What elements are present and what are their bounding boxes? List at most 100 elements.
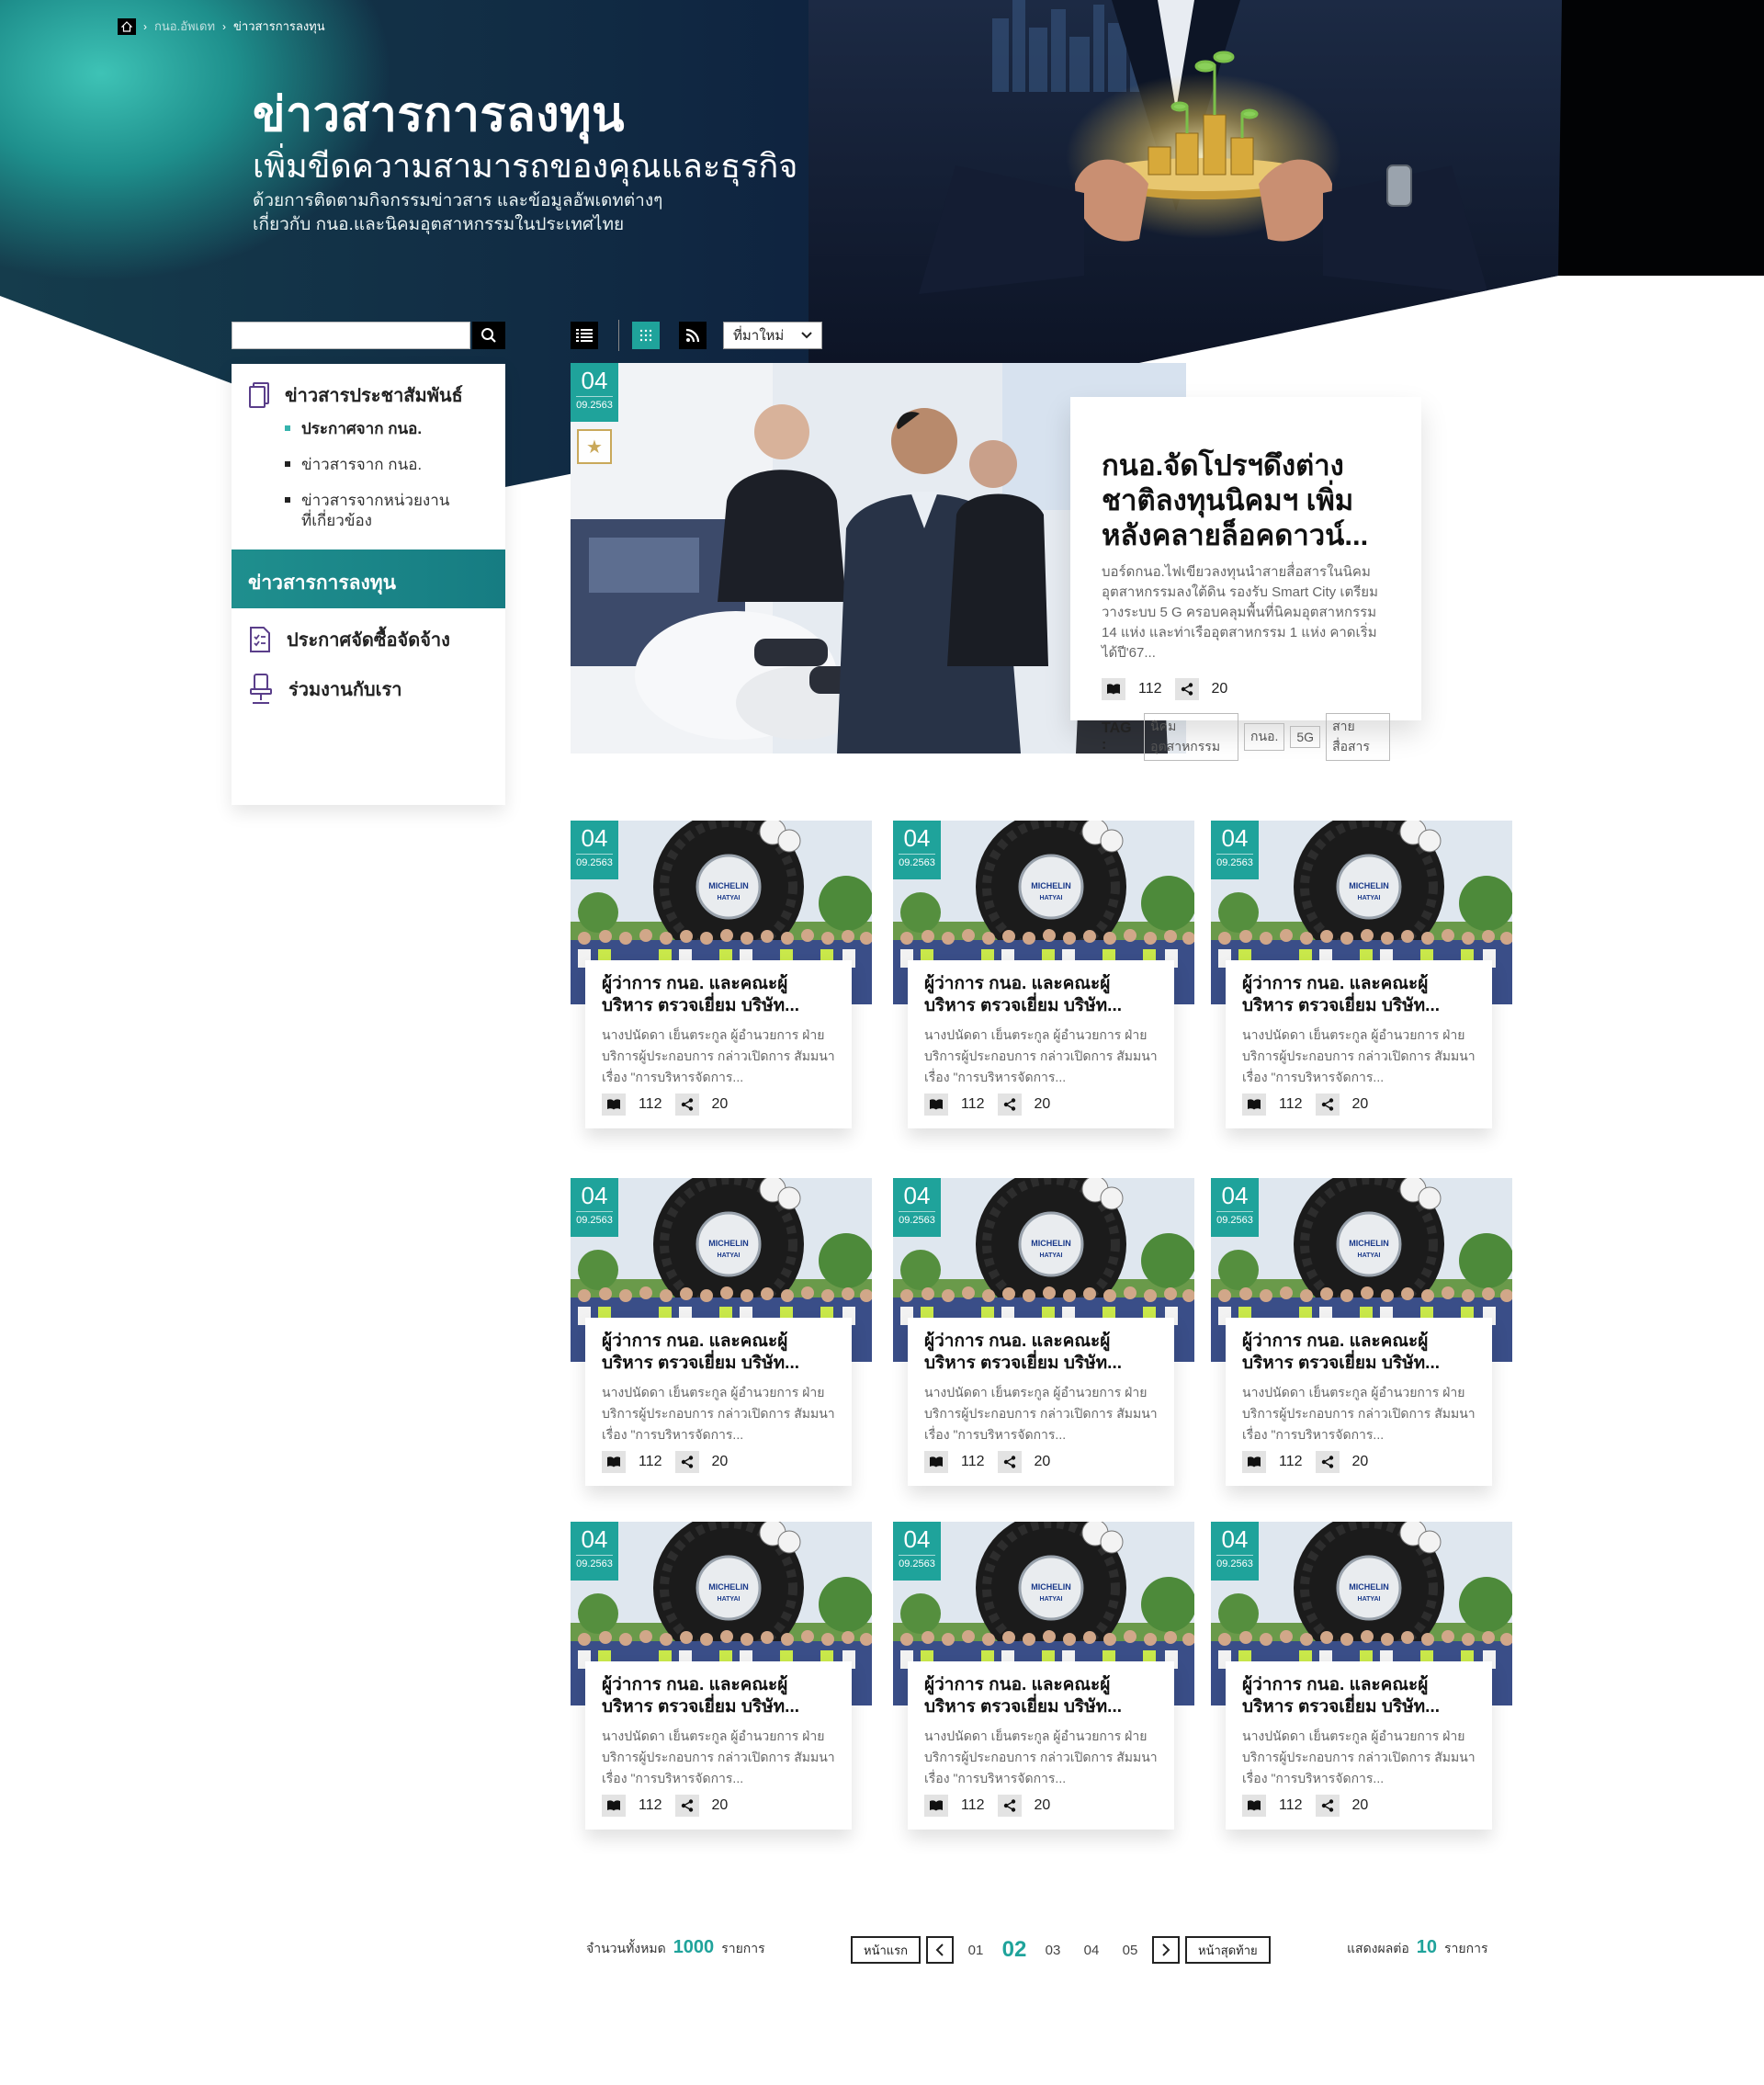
chevron-left-icon xyxy=(935,1943,944,1956)
date-divider xyxy=(576,1555,613,1556)
page-number[interactable]: 04 xyxy=(1075,1943,1108,1958)
book-icon xyxy=(924,1795,948,1817)
news-card-date-badge: 04 09.2563 xyxy=(1211,821,1259,879)
date-divider xyxy=(899,1211,935,1212)
share-icon[interactable] xyxy=(997,1093,1022,1116)
news-card-date-badge: 04 09.2563 xyxy=(893,1178,941,1237)
news-card-stats: 112 20 xyxy=(602,1451,835,1473)
tire-logo-brand: MICHELIN xyxy=(1031,1239,1071,1248)
page-number[interactable]: 01 xyxy=(959,1943,992,1958)
news-card-title[interactable]: ผู้ว่าการ กนอ. และคณะผู้บริหาร ตรวจเยี่ย… xyxy=(924,1674,1158,1718)
share-icon[interactable] xyxy=(674,1093,699,1116)
tag[interactable]: นิคมอุตสาหกรรม xyxy=(1144,713,1239,761)
sidebar-item-announcement[interactable]: ประกาศจาก กนอ. xyxy=(285,419,422,439)
page-description-line: เกี่ยวกับ กนอ.และนิคมอุตสาหกรรมในประเทศไ… xyxy=(253,215,625,234)
share-count: 20 xyxy=(1034,1454,1051,1469)
page-number[interactable]: 05 xyxy=(1114,1943,1147,1958)
date-month-year: 09.2563 xyxy=(576,400,613,411)
tire-logo-brand: MICHELIN xyxy=(1031,1582,1071,1592)
tag[interactable]: 5G xyxy=(1290,726,1321,748)
featured-news-card[interactable]: กนอ.จัดโปรฯดึงต่างชาติลงทุนนิคมฯ เพิ่มหล… xyxy=(1070,397,1421,761)
news-card-title[interactable]: ผู้ว่าการ กนอ. และคณะผู้บริหาร ตรวจเยี่ย… xyxy=(602,1331,835,1375)
total-number: 1000 xyxy=(673,1937,715,1957)
news-card[interactable]: MICHELIN HATYAI 04 09.2563 ผู้ว่าการ กนอ… xyxy=(1211,1178,1512,1495)
prev-page-button[interactable] xyxy=(926,1936,954,1964)
news-card-stats: 112 20 xyxy=(924,1795,1158,1817)
news-card[interactable]: MICHELIN HATYAI 04 09.2563 ผู้ว่าการ กนอ… xyxy=(893,821,1194,1138)
first-page-button[interactable]: หน้าแรก xyxy=(851,1936,921,1964)
page-number-current[interactable]: 02 xyxy=(998,1937,1031,1963)
sidebar-item-related-news[interactable]: ข่าวสารจากหน่วยงาน ที่เกี่ยวข้อง xyxy=(285,491,458,531)
news-card[interactable]: MICHELIN HATYAI 04 09.2563 ผู้ว่าการ กนอ… xyxy=(571,1178,872,1495)
chevron-right-icon: › xyxy=(143,19,147,33)
last-page-button[interactable]: หน้าสุดท้าย xyxy=(1185,1936,1271,1964)
share-count: 20 xyxy=(711,1454,729,1469)
news-card-title[interactable]: ผู้ว่าการ กนอ. และคณะผู้บริหาร ตรวจเยี่ย… xyxy=(1242,973,1476,1017)
share-icon[interactable] xyxy=(997,1451,1022,1473)
office-chair-icon xyxy=(250,674,272,704)
news-card[interactable]: MICHELIN HATYAI 04 09.2563 ผู้ว่าการ กนอ… xyxy=(1211,1522,1512,1839)
tire-logo-sub: HATYAI xyxy=(1358,1596,1381,1603)
page-number[interactable]: 03 xyxy=(1036,1943,1069,1958)
news-card-title[interactable]: ผู้ว่าการ กนอ. และคณะผู้บริหาร ตรวจเยี่ย… xyxy=(602,1674,835,1718)
share-icon[interactable] xyxy=(1315,1451,1340,1473)
date-divider xyxy=(1216,1555,1253,1556)
list-view-button[interactable] xyxy=(571,322,598,349)
tire-logo-sub: HATYAI xyxy=(1358,1252,1381,1259)
news-card-date-badge: 04 09.2563 xyxy=(893,1522,941,1581)
news-card-title[interactable]: ผู้ว่าการ กนอ. และคณะผู้บริหาร ตรวจเยี่ย… xyxy=(924,973,1158,1017)
share-icon[interactable] xyxy=(1315,1795,1340,1817)
search-button[interactable] xyxy=(472,322,505,349)
sidebar-group-pr[interactable]: ข่าวสารประชาสัมพันธ์ xyxy=(248,380,463,410)
share-icon[interactable] xyxy=(997,1795,1022,1817)
tire-logo-brand: MICHELIN xyxy=(1349,1239,1389,1248)
tag[interactable]: สายสื่อสาร xyxy=(1326,713,1390,761)
news-card-stats: 112 20 xyxy=(1242,1795,1476,1817)
grid-view-button[interactable] xyxy=(632,322,660,349)
search-field[interactable] xyxy=(232,322,470,349)
sidebar-item-procurement[interactable]: ประกาศจัดซื้อจัดจ้าง xyxy=(248,625,450,654)
tire-logo-sub: HATYAI xyxy=(718,895,741,901)
share-icon[interactable] xyxy=(1315,1093,1340,1116)
share-icon[interactable] xyxy=(1174,678,1199,700)
sidebar-item-investment-news[interactable]: ข่าวสารการลงทุน xyxy=(232,550,505,608)
sidebar-item-news[interactable]: ข่าวสารจาก กนอ. xyxy=(285,455,422,475)
book-icon xyxy=(1242,1451,1266,1473)
view-count: 112 xyxy=(639,1096,662,1112)
news-card-excerpt: นางปนัดดา เย็นตระกูล ผู้อำนวยการ ฝ่ายบริ… xyxy=(1242,1385,1476,1442)
news-card-body: ผู้ว่าการ กนอ. และคณะผู้บริหาร ตรวจเยี่ย… xyxy=(908,1661,1174,1830)
share-icon[interactable] xyxy=(674,1795,699,1817)
news-card-title[interactable]: ผู้ว่าการ กนอ. และคณะผู้บริหาร ตรวจเยี่ย… xyxy=(602,973,835,1017)
rss-button[interactable] xyxy=(679,322,707,349)
view-count: 112 xyxy=(1279,1096,1303,1112)
breadcrumb-link[interactable]: กนอ.อัพเดท xyxy=(154,17,215,36)
share-count: 20 xyxy=(1351,1096,1369,1112)
home-icon[interactable] xyxy=(118,17,136,35)
view-count: 112 xyxy=(961,1797,985,1813)
sort-select[interactable]: ที่มาใหม่ xyxy=(723,322,822,349)
share-icon[interactable] xyxy=(674,1451,699,1473)
sidebar-item-careers[interactable]: ร่วมงานกับเรา xyxy=(248,673,401,706)
featured-title[interactable]: กนอ.จัดโปรฯดึงต่างชาติลงทุนนิคมฯ เพิ่มหล… xyxy=(1102,448,1390,553)
news-card-title[interactable]: ผู้ว่าการ กนอ. และคณะผู้บริหาร ตรวจเยี่ย… xyxy=(1242,1674,1476,1718)
per-page-number[interactable]: 10 xyxy=(1417,1937,1437,1958)
date-day: 04 xyxy=(1221,824,1249,852)
news-card[interactable]: MICHELIN HATYAI 04 09.2563 ผู้ว่าการ กนอ… xyxy=(1211,821,1512,1138)
breadcrumb-current: ข่าวสารการลงทุน xyxy=(233,19,325,33)
news-card[interactable]: MICHELIN HATYAI 04 09.2563 ผู้ว่าการ กนอ… xyxy=(893,1522,1194,1839)
news-card-title[interactable]: ผู้ว่าการ กนอ. และคณะผู้บริหาร ตรวจเยี่ย… xyxy=(1242,1331,1476,1375)
tag[interactable]: กนอ. xyxy=(1244,723,1285,751)
view-count: 112 xyxy=(961,1454,985,1469)
search-input[interactable] xyxy=(232,323,469,348)
next-page-button[interactable] xyxy=(1152,1936,1180,1964)
date-day: 04 xyxy=(1221,1182,1249,1209)
date-day: 04 xyxy=(581,1525,608,1553)
news-card[interactable]: MICHELIN HATYAI 04 09.2563 ผู้ว่าการ กนอ… xyxy=(893,1178,1194,1495)
news-card[interactable]: MICHELIN HATYAI 04 09.2563 ผู้ว่าการ กนอ… xyxy=(571,1522,872,1839)
tire-logo-sub: HATYAI xyxy=(1040,1596,1063,1603)
news-card[interactable]: MICHELIN HATYAI 04 09.2563 ผู้ว่าการ กนอ… xyxy=(571,821,872,1138)
bullet-icon xyxy=(285,496,290,503)
tag-list: TAG : นิคมอุตสาหกรรม กนอ. 5G สายสื่อสาร xyxy=(1102,713,1390,761)
date-day: 04 xyxy=(903,824,931,852)
news-card-title[interactable]: ผู้ว่าการ กนอ. และคณะผู้บริหาร ตรวจเยี่ย… xyxy=(924,1331,1158,1375)
